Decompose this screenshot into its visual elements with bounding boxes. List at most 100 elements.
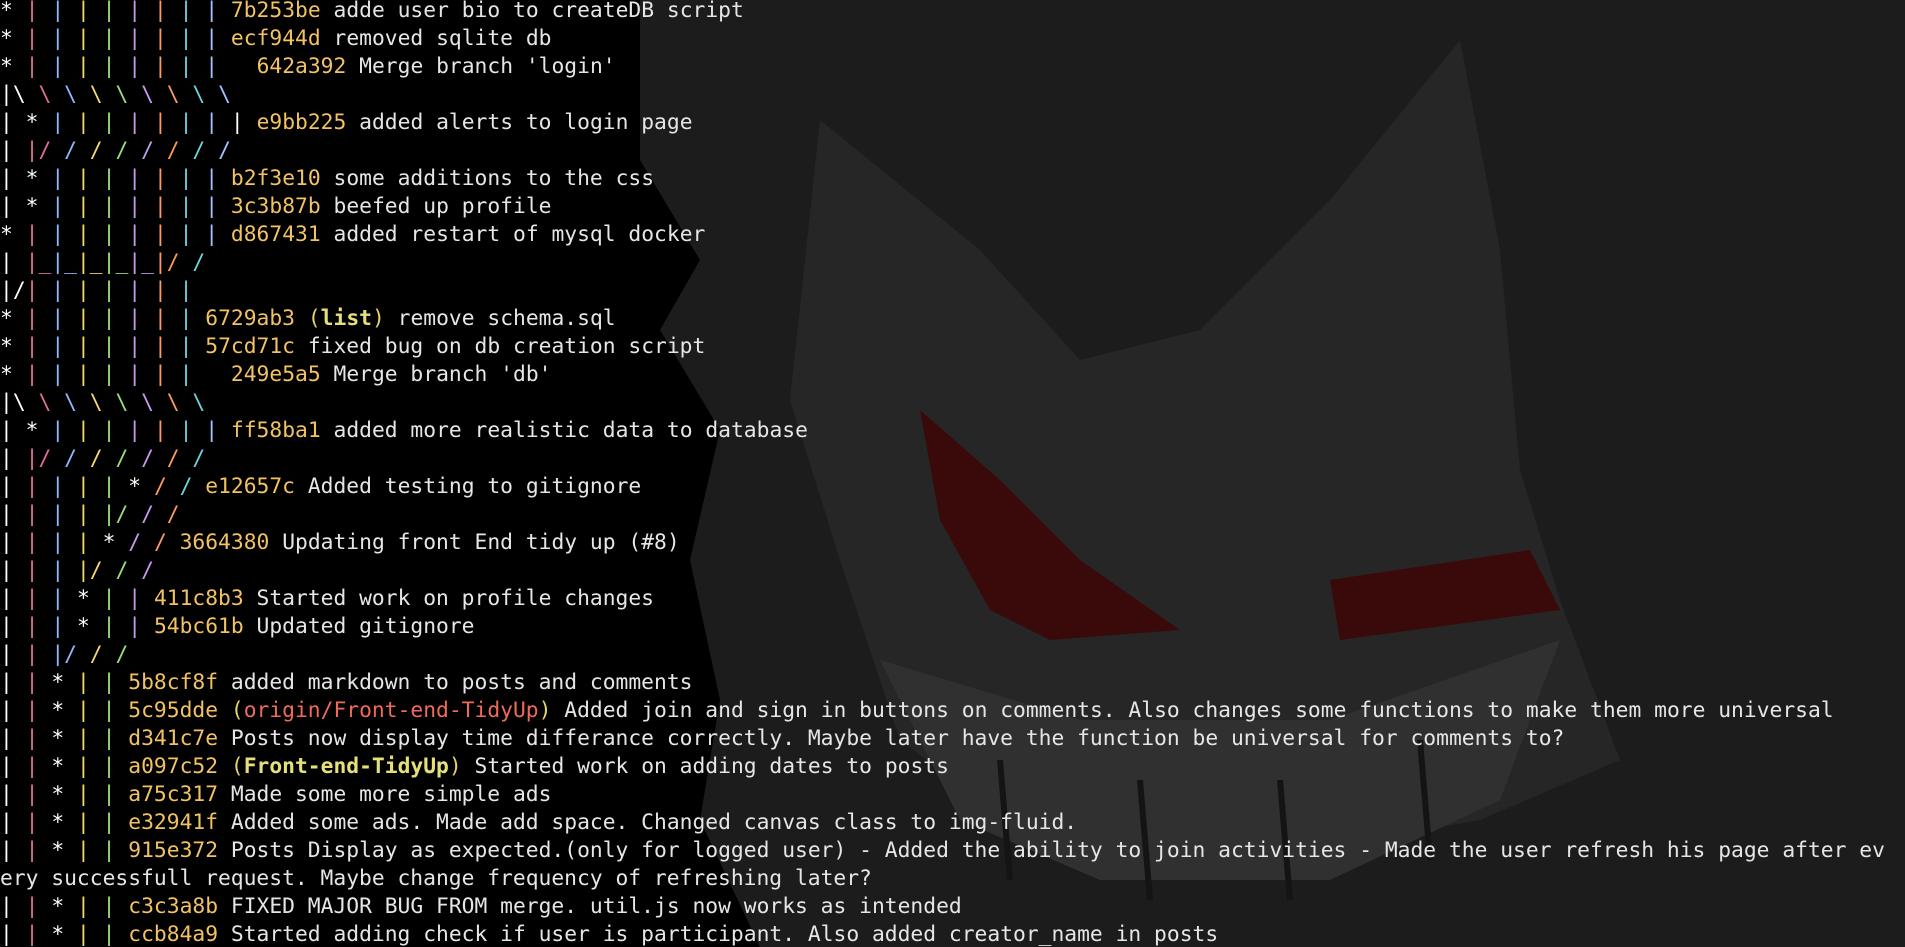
- commit-hash: 411c8b3: [153, 586, 244, 611]
- commit-message: ery successfull request. Maybe change fr…: [0, 866, 872, 891]
- graph-lanes: | | * | |: [0, 922, 116, 947]
- commit-message: added more realistic data to database: [333, 418, 808, 443]
- graph-lanes: | |/ / / / / / / /: [0, 138, 231, 163]
- commit-message: Added some ads. Made add space. Changed …: [230, 810, 1078, 835]
- commit-hash: 249e5a5: [230, 362, 321, 387]
- local-branch-ref: Front-end-TidyUp: [243, 754, 449, 779]
- graph-lanes: | | * | |: [0, 754, 116, 779]
- commit-hash: 3c3b87b: [230, 194, 321, 219]
- graph-lanes: | | | |/ / /: [0, 558, 154, 583]
- commit-hash: e32941f: [128, 810, 219, 835]
- commit-line: * | | | | | | | | ecf944d removed sqlite…: [0, 25, 1905, 53]
- commit-line: * | | | | | | | | 7b253be adde user bio …: [0, 0, 1905, 25]
- commit-message: remove schema.sql: [397, 306, 616, 331]
- commit-line: * | | | | | | | 6729ab3 (list) remove sc…: [0, 306, 616, 331]
- graph-lanes: | |_|_|_|_|_|/ /: [0, 250, 206, 275]
- commit-hash: 5b8cf8f: [128, 670, 219, 695]
- commit-line: | | * | | ccb84a9 Started adding check i…: [0, 921, 1905, 947]
- commit-message: added markdown to posts and comments: [230, 670, 693, 695]
- commit-line: | | | * | | 411c8b3 Started work on prof…: [0, 585, 1905, 613]
- commit-message: Posts now display time differance correc…: [230, 726, 1565, 751]
- commit-line: * | | | | | | | | d867431 added restart …: [0, 221, 1905, 249]
- commit-hash: d341c7e: [128, 726, 219, 751]
- commit-message: added restart of mysql docker: [333, 222, 706, 247]
- graph-lanes: | | * | |: [0, 726, 116, 751]
- graph-lanes: * | | | | | | |: [0, 334, 193, 359]
- commit-line: * | | | | | | | 249e5a5 Merge branch 'db…: [0, 361, 1905, 389]
- commit-line: | | * | | 5b8cf8f added markdown to post…: [0, 669, 1905, 697]
- commit-message: adde user bio to createDB script: [333, 0, 744, 23]
- git-log-output: * | | | | | | | | 7b253be adde user bio …: [0, 0, 1905, 947]
- commit-line: | | * | | d341c7e Posts now display time…: [0, 725, 1905, 753]
- commit-hash: b2f3e10: [230, 166, 321, 191]
- commit-hash: e12657c: [205, 474, 296, 499]
- graph-lanes: * | | | | | | |: [0, 306, 193, 331]
- commit-hash: a097c52: [128, 754, 219, 779]
- commit-hash: 6729ab3: [205, 306, 296, 331]
- local-branch-ref: list: [320, 306, 372, 331]
- commit-line: | | * | | 915e372 Posts Display as expec…: [0, 837, 1905, 865]
- graph-lanes: * | | | | | | | |: [0, 0, 219, 23]
- commit-line: | * | | | | | | | b2f3e10 some additions…: [0, 165, 1905, 193]
- commit-line: | | * | | 5c95dde (origin/Front-end-Tidy…: [0, 698, 1834, 723]
- graph-lanes: | | * | |: [0, 810, 116, 835]
- commit-line: | | | | * / / 3664380 Updating front End…: [0, 529, 1905, 557]
- graph-lanes: | | * | |: [0, 838, 116, 863]
- commit-message: FIXED MAJOR BUG FROM merge. util.js now …: [230, 894, 962, 919]
- commit-line: | |/ / / / / / / /: [0, 137, 1905, 165]
- commit-line: * | | | | | | | 57cd71c fixed bug on db …: [0, 333, 1905, 361]
- commit-hash: 7b253be: [230, 0, 321, 23]
- graph-lanes: * | | | | | | |: [0, 362, 193, 387]
- commit-line: | * | | | | | | | | e9bb225 added alerts…: [0, 109, 1905, 137]
- graph-lanes: | | * | |: [0, 782, 116, 807]
- commit-message: Made some more simple ads: [230, 782, 552, 807]
- commit-hash: ecf944d: [230, 26, 321, 51]
- commit-line: |\ \ \ \ \ \ \ \ \: [0, 81, 1905, 109]
- commit-line: * | | | | | | | | 642a392 Merge branch '…: [0, 53, 1905, 81]
- commit-line: | | | |/ / /: [0, 557, 1905, 585]
- commit-line: |/| | | | | | |: [0, 277, 1905, 305]
- commit-message: Updating front End tidy up (#8): [282, 530, 680, 555]
- graph-lanes: |\ \ \ \ \ \ \ \: [0, 390, 206, 415]
- commit-line: | | | | |/ / /: [0, 501, 1905, 529]
- commit-message: fixed bug on db creation script: [307, 334, 706, 359]
- commit-message: Added testing to gitignore: [307, 474, 642, 499]
- commit-line: | | * | | a097c52 (Front-end-TidyUp) Sta…: [0, 754, 949, 779]
- graph-lanes: | | * | |: [0, 670, 116, 695]
- commit-line: | | |/ / /: [0, 641, 1905, 669]
- commit-line: ery successfull request. Maybe change fr…: [0, 865, 1905, 893]
- graph-lanes: | | | * | |: [0, 614, 142, 639]
- commit-message: Merge branch 'db': [333, 362, 552, 387]
- commit-line: | |/ / / / / / /: [0, 445, 1905, 473]
- commit-line: | |_|_|_|_|_|/ /: [0, 249, 1905, 277]
- commit-hash: a75c317: [128, 782, 219, 807]
- commit-hash: 642a392: [256, 54, 347, 79]
- commit-line: | | | | | * / / e12657c Added testing to…: [0, 473, 1905, 501]
- graph-lanes: | |/ / / / / / /: [0, 446, 206, 471]
- commit-hash: 5c95dde: [128, 698, 219, 723]
- graph-lanes: * | | | | | | | |: [0, 54, 219, 79]
- commit-message: Added join and sign in buttons on commen…: [564, 698, 1834, 723]
- terminal-window[interactable]: * | | | | | | | | 7b253be adde user bio …: [0, 0, 1905, 947]
- graph-lanes: * | | | | | | | |: [0, 222, 219, 247]
- commit-hash: e9bb225: [256, 110, 347, 135]
- graph-lanes: | | | | | * / /: [0, 474, 193, 499]
- commit-line: | * | | | | | | | ff58ba1 added more rea…: [0, 417, 1905, 445]
- graph-lanes: |/| | | | | | |: [0, 278, 193, 303]
- commit-line: | | | * | | 54bc61b Updated gitignore: [0, 613, 1905, 641]
- commit-message: Merge branch 'login': [359, 54, 616, 79]
- commit-message: Started work on adding dates to posts: [474, 754, 949, 779]
- graph-lanes: | * | | | | | | | |: [0, 110, 244, 135]
- commit-hash: 3664380: [179, 530, 270, 555]
- commit-message: added alerts to login page: [359, 110, 693, 135]
- commit-line: | | * | | c3c3a8b FIXED MAJOR BUG FROM m…: [0, 893, 1905, 921]
- graph-lanes: | * | | | | | | |: [0, 194, 219, 219]
- commit-line: | | * | | a75c317 Made some more simple …: [0, 781, 1905, 809]
- commit-hash: 54bc61b: [153, 614, 244, 639]
- graph-lanes: | | | * | |: [0, 586, 142, 611]
- commit-message: beefed up profile: [333, 194, 552, 219]
- commit-message: Updated gitignore: [256, 614, 475, 639]
- graph-lanes: | | | | * / /: [0, 530, 167, 555]
- graph-lanes: | * | | | | | | |: [0, 418, 219, 443]
- graph-lanes: | | | | |/ / /: [0, 502, 180, 527]
